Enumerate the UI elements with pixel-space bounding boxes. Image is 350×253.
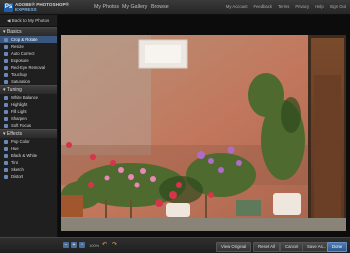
undo-icon[interactable]: ↶ [102,241,107,248]
photoshop-logo-icon: Ps [4,2,13,12]
done-button[interactable]: Done [327,241,348,252]
tool-sketch[interactable]: Sketch [0,166,57,173]
tool-sharpen[interactable]: Sharpen [0,115,57,122]
zoom-out-icon[interactable]: − [63,242,69,248]
fill-light-icon [4,109,8,114]
back-to-my-photos-link[interactable]: ◀ Back to My Photos [0,15,57,27]
cancel-button[interactable]: Cancel [280,241,304,252]
sharpen-icon [4,116,8,121]
red-eye-icon [4,65,8,70]
tool-exposure[interactable]: Exposure [0,57,57,64]
view-original-button[interactable]: View Original [216,241,252,252]
white-balance-icon [4,95,8,100]
exposure-icon [4,58,8,63]
tool-crop-rotate[interactable]: Crop & Rotate [0,36,57,43]
account-links: My Account Feedback Terms Privacy Help S… [226,4,346,9]
tool-auto-correct[interactable]: Auto Correct [0,50,57,57]
tool-distort[interactable]: Distort [0,173,57,180]
black-white-icon [4,153,8,158]
pop-color-icon [4,139,8,144]
nav-my-gallery[interactable]: My Gallery [122,4,147,10]
zoom-in-icon[interactable]: + [71,242,77,248]
editor-canvas [58,15,350,237]
edited-photo[interactable] [61,35,346,231]
bottom-toolbar: − + ▫ 100% ↶ ↷ View Original Reset All C… [0,237,350,253]
link-my-account[interactable]: My Account [226,4,248,9]
soft-focus-icon [4,123,8,128]
nav-my-photos[interactable]: My Photos [94,4,119,10]
touchup-icon [4,72,8,77]
crop-icon [4,37,8,42]
tool-tint[interactable]: Tint [0,159,57,166]
link-help[interactable]: Help [315,4,324,9]
link-sign-out[interactable]: Sign Out [330,4,346,9]
tool-saturation[interactable]: Saturation [0,78,57,85]
highlight-icon [4,102,8,107]
reset-all-button[interactable]: Reset All [253,241,280,252]
tool-red-eye-removal[interactable]: Red-Eye Removal [0,64,57,71]
tool-touchup[interactable]: Touchup [0,71,57,78]
tool-hue[interactable]: Hue [0,145,57,152]
redo-icon[interactable]: ↷ [112,241,117,248]
auto-correct-icon [4,51,8,56]
logo-line2: EXPRESS [15,7,37,12]
zoom-level: 100% [89,242,100,248]
tool-soft-focus[interactable]: Soft Focus [0,122,57,129]
tool-fill-light[interactable]: Fill Light [0,108,57,115]
link-terms[interactable]: Terms [278,4,289,9]
tool-white-balance[interactable]: White Balance [0,94,57,101]
section-effects[interactable]: ▾ Effects [0,129,57,138]
tool-pop-color[interactable]: Pop Color [0,138,57,145]
photo-image [61,35,346,231]
saturation-icon [4,79,8,84]
resize-icon [4,44,8,49]
distort-icon [4,174,8,179]
fit-screen-icon[interactable]: ▫ [79,242,85,248]
section-basics[interactable]: ▾ Basics [0,27,57,36]
tools-sidebar: ◀ Back to My Photos ▾ Basics Crop & Rota… [0,15,58,237]
nav-browse[interactable]: Browse [151,4,169,10]
tool-highlight[interactable]: Highlight [0,101,57,108]
sketch-icon [4,167,8,172]
top-bar: Ps ADOBE® PHOTOSHOP® EXPRESS My Photos M… [0,0,350,15]
link-privacy[interactable]: Privacy [295,4,309,9]
tool-black-white[interactable]: Black & White [0,152,57,159]
link-feedback[interactable]: Feedback [254,4,272,9]
app-logo[interactable]: Ps ADOBE® PHOTOSHOP® EXPRESS [4,2,69,12]
tint-icon [4,160,8,165]
tool-resize[interactable]: Resize [0,43,57,50]
hue-icon [4,146,8,151]
section-tuning[interactable]: ▾ Tuning [0,85,57,94]
